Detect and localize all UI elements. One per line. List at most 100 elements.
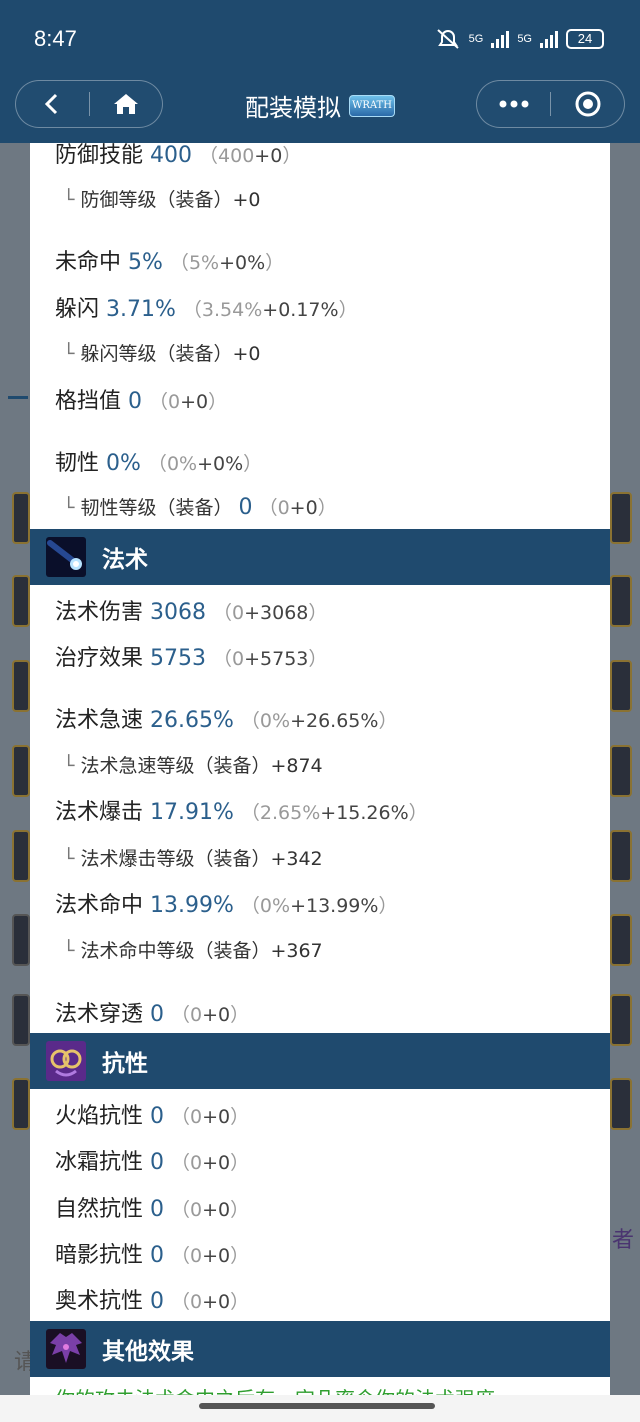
stat-label: 法术穿透 (55, 1002, 144, 1027)
stat-breakdown: （5%+0%） (169, 252, 285, 274)
corner-icon: └ (63, 343, 75, 365)
stat-label: 躲闪 (55, 297, 100, 322)
stat-value: 0 (150, 1150, 165, 1175)
stat-row-arcane-resistance: 奥术抗性 0 （0+0） (55, 1283, 249, 1315)
background-item-icon (610, 994, 632, 1046)
wrath-logo: WRATH (349, 94, 395, 117)
background-item-icon (12, 660, 30, 712)
stat-breakdown: （0+0） (149, 391, 228, 413)
stat-row-spell-damage: 法术伤害 3068 （0+3068） (55, 594, 327, 626)
corner-icon: └ (63, 497, 75, 519)
stat-label: 自然抗性 (55, 1197, 144, 1222)
stat-row-shadow-resistance: 暗影抗性 0 （0+0） (55, 1237, 249, 1269)
background-item-icon (12, 492, 30, 544)
home-indicator[interactable] (199, 1403, 435, 1409)
stat-breakdown: （0+0） (171, 1199, 250, 1221)
stat-breakdown: （0+0） (171, 1291, 250, 1313)
substat-label: 法术命中等级（装备）+367 (80, 940, 323, 962)
background-item-icon (12, 914, 30, 966)
background-item-icon (610, 830, 632, 882)
status-icons: 5G 5G 24 (435, 26, 604, 52)
stat-label: 韧性 (55, 451, 100, 476)
stat-value: 26.65% (150, 708, 234, 733)
other-effect-text: 你的攻击法术命中之后有一定几率令你的法术强度 (55, 1383, 495, 1395)
stat-breakdown: （0+0） (171, 1245, 250, 1267)
stat-label: 火焰抗性 (55, 1104, 144, 1129)
stat-label: 冰霜抗性 (55, 1150, 144, 1175)
close-miniprogram-button[interactable] (551, 81, 624, 127)
stat-value: 0 (150, 1104, 165, 1129)
stat-breakdown: （0%+13.99%） (240, 895, 398, 917)
background-item-icon (12, 830, 30, 882)
network-label-2: 5G (517, 33, 532, 45)
section-title: 其他效果 (102, 1339, 194, 1365)
stat-value: 0 (150, 1243, 165, 1268)
stat-row-resilience: 韧性 0% （0%+0%） (55, 445, 262, 477)
page-title: 配装模拟 (245, 94, 341, 122)
stat-value: 3.71% (106, 297, 176, 322)
stat-label: 格挡值 (55, 389, 122, 414)
stat-value: 400 (150, 143, 193, 168)
stat-value: 17.91% (150, 800, 234, 825)
stat-breakdown: （0+3068） (213, 602, 328, 624)
stat-breakdown: （0+0） (171, 1106, 250, 1128)
stat-value: 0% (106, 451, 141, 476)
status-time: 8:47 (34, 26, 77, 51)
background-text: 者 (612, 1228, 635, 1253)
substat-row-spell-haste-rating: └ 法术急速等级（装备）+874 (63, 751, 323, 778)
stat-label: 法术爆击 (55, 800, 144, 825)
substat-row-resilience-rating: └ 韧性等级（装备） 0 （0+0） (63, 493, 337, 520)
background-item-icon (12, 745, 30, 797)
stat-breakdown: （0%+0%） (147, 453, 263, 475)
background-item-icon (610, 660, 632, 712)
background-item-icon (610, 914, 632, 966)
background-item-icon (12, 1078, 30, 1130)
stat-value: 0 (150, 1197, 165, 1222)
stat-value: 3068 (150, 600, 207, 625)
substat-row-spell-hit-rating: └ 法术命中等级（装备）+367 (63, 936, 323, 963)
app-header: 8:47 5G 5G 24 配装模拟 WRATH (0, 0, 640, 143)
substat-row-spell-crit-rating: └ 法术爆击等级（装备）+342 (63, 844, 323, 871)
stat-breakdown: （3.54%+0.17%） (182, 299, 358, 321)
background-item-icon (610, 745, 632, 797)
nav-right-group (476, 80, 625, 128)
section-header-spell: 法术 (30, 529, 610, 585)
more-button[interactable] (477, 81, 550, 127)
substat-value: 0 (238, 495, 253, 520)
substat-row-defense-rating: └ 防御等级（装备）+0 (63, 185, 260, 212)
stat-value: 5753 (150, 646, 207, 671)
background-item-icon (610, 575, 632, 627)
spell-comet-icon (46, 537, 86, 577)
stat-value: 0 (128, 389, 143, 414)
substat-label: 法术爆击等级（装备）+342 (80, 848, 323, 870)
stat-row-nature-resistance: 自然抗性 0 （0+0） (55, 1191, 249, 1223)
target-icon (575, 91, 600, 117)
stat-label: 防御技能 (55, 143, 144, 168)
stat-breakdown: （400+0） (199, 145, 302, 167)
stat-row-dodge: 躲闪 3.71% （3.54%+0.17%） (55, 291, 358, 323)
stat-row-spell-hit: 法术命中 13.99% （0%+13.99%） (55, 887, 397, 919)
stats-panel[interactable]: 防御技能 400 （400+0） └ 防御等级（装备）+0 未命中 5% （5%+… (30, 143, 610, 1395)
corner-icon: └ (63, 755, 75, 777)
stat-breakdown: （2.65%+15.26%） (240, 802, 428, 824)
substat-label: 躲闪等级（装备）+0 (80, 343, 261, 365)
stat-row-defense: 防御技能 400 （400+0） (55, 143, 301, 169)
section-header-resistance: 抗性 (30, 1033, 610, 1089)
stat-label: 暗影抗性 (55, 1243, 144, 1268)
stat-row-frost-resistance: 冰霜抗性 0 （0+0） (55, 1144, 249, 1176)
stat-label: 奥术抗性 (55, 1289, 144, 1314)
stat-breakdown: （0+0） (171, 1152, 250, 1174)
stat-label: 法术命中 (55, 893, 144, 918)
background-item-icon (12, 994, 30, 1046)
stat-row-miss: 未命中 5% （5%+0%） (55, 244, 284, 276)
stat-breakdown: （0%+26.65%） (240, 710, 398, 732)
signal-icon (540, 30, 558, 48)
stat-row-healing: 治疗效果 5753 （0+5753） (55, 640, 327, 672)
substat-label: 韧性等级（装备） (80, 497, 233, 519)
battery-icon: 24 (566, 29, 604, 49)
corner-icon: └ (63, 848, 75, 870)
resistance-shield-icon (46, 1041, 86, 1081)
substat-row-dodge-rating: └ 躲闪等级（装备）+0 (63, 339, 260, 366)
network-label-1: 5G (468, 33, 484, 45)
background-item-icon (610, 492, 632, 544)
